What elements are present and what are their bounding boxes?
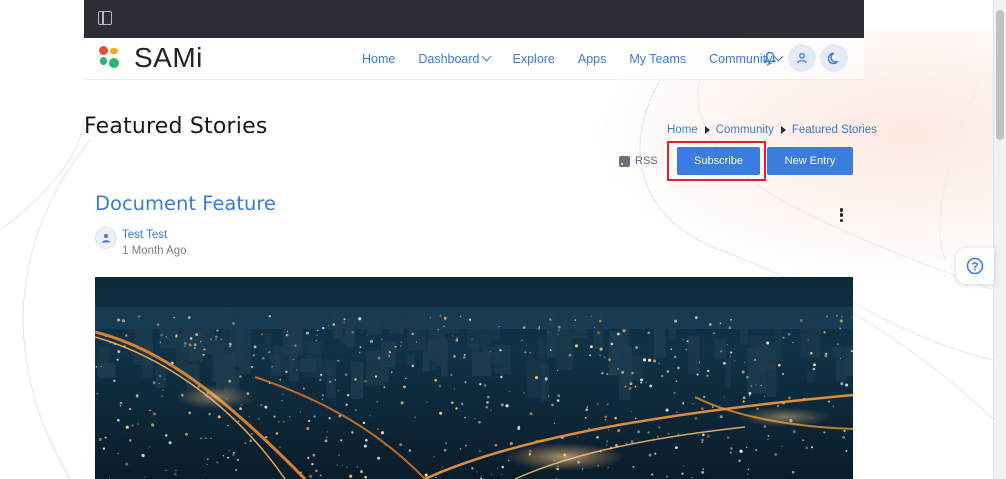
bell-icon[interactable]: [764, 51, 776, 65]
moon-icon: [827, 52, 838, 64]
user-icon: [797, 52, 807, 64]
subscribe-button[interactable]: Subscribe: [677, 147, 760, 175]
new-entry-button[interactable]: New Entry: [767, 147, 853, 175]
top-bar: [84, 0, 864, 38]
more-options-icon[interactable]: [839, 208, 844, 222]
page-scrollbar[interactable]: [993, 0, 1006, 479]
breadcrumb: Home Community Featured Stories: [667, 124, 877, 136]
help-icon: [966, 257, 984, 275]
nav-item-apps[interactable]: Apps: [578, 52, 607, 66]
app-name: SAMi: [134, 42, 203, 73]
caret-right-icon: [704, 126, 710, 134]
logo-mark-icon: [98, 45, 122, 71]
nav-menu: Home Dashboard Explore Apps My Teams Com…: [362, 38, 805, 79]
page-title: Featured Stories: [84, 114, 268, 139]
nav-item-my-teams[interactable]: My Teams: [629, 52, 686, 66]
breadcrumb-home[interactable]: Home: [667, 124, 698, 136]
entry-author[interactable]: Test Test: [122, 229, 167, 241]
app-logo[interactable]: SAMi: [98, 42, 203, 73]
breadcrumb-featured-stories[interactable]: Featured Stories: [792, 124, 877, 136]
rss-icon: [619, 155, 630, 167]
breadcrumb-community[interactable]: Community: [716, 124, 774, 136]
entry-title[interactable]: Document Feature: [95, 192, 276, 215]
nav-item-home[interactable]: Home: [362, 52, 395, 66]
main-navbar: SAMi Home Dashboard Explore Apps My Team…: [84, 38, 864, 80]
theme-toggle-button[interactable]: [820, 44, 848, 72]
user-icon: [102, 234, 110, 243]
rss-label: RSS: [635, 155, 658, 167]
nav-item-explore[interactable]: Explore: [513, 52, 555, 66]
entry-hero-image: [95, 277, 853, 479]
entry-time: 1 Month Ago: [122, 245, 187, 257]
avatar[interactable]: [95, 227, 117, 249]
rss-link[interactable]: RSS: [619, 155, 658, 167]
scrollbar-thumb[interactable]: [996, 10, 1004, 140]
city-night-image: [95, 277, 853, 479]
user-menu-button[interactable]: [788, 44, 816, 72]
sidebar-toggle-icon[interactable]: [98, 11, 112, 25]
caret-right-icon: [780, 126, 786, 134]
help-button[interactable]: [956, 248, 994, 284]
nav-item-dashboard[interactable]: Dashboard: [418, 51, 491, 66]
chevron-down-icon: [481, 51, 491, 62]
